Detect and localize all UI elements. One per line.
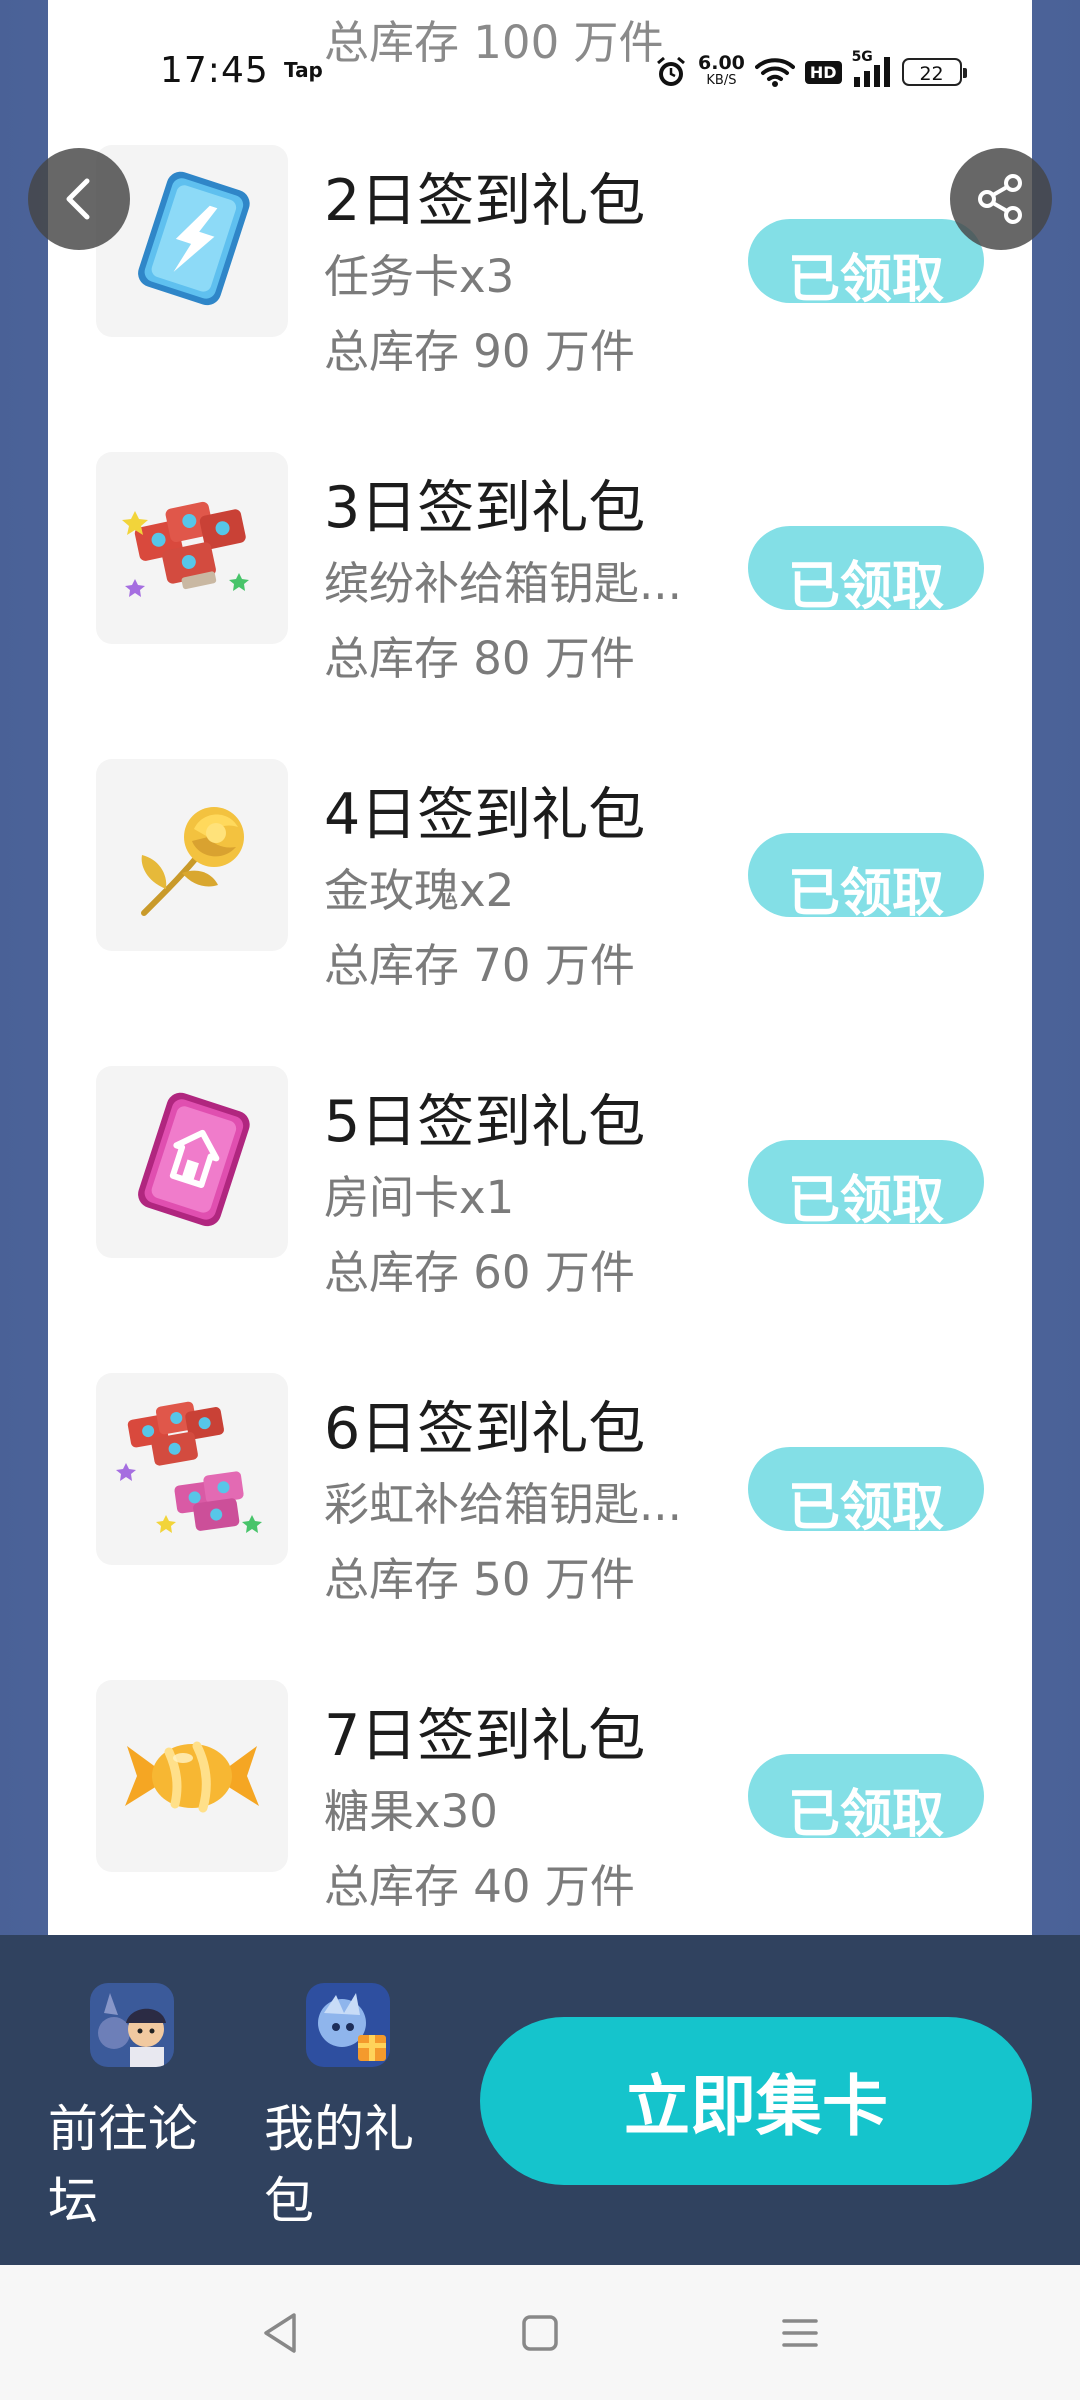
signal-icon: 5G <box>852 49 892 89</box>
alarm-icon <box>654 55 688 89</box>
item-title: 4日签到礼包 <box>324 782 646 848</box>
claimed-button[interactable]: 已领取 <box>748 1447 984 1538</box>
item-stock: 总库存 40 万件 <box>324 1860 635 1913</box>
forum-label: 前往论坛 <box>48 2100 198 2230</box>
nav-back-icon[interactable] <box>256 2311 304 2355</box>
bottom-action-bar: 前往论坛 我的礼包 立即集卡 <box>0 1935 1080 2265</box>
chevron-left-icon <box>66 178 90 220</box>
item-stock: 总库存 60 万件 <box>324 1246 635 1299</box>
list-item: 5日签到礼包 房间卡x1 总库存 60 万件 已领取 <box>48 1066 1032 1299</box>
item-title: 2日签到礼包 <box>324 168 646 234</box>
share-button[interactable] <box>950 148 1052 250</box>
list-item: 2日签到礼包 任务卡x3 总库存 90 万件 已领取 <box>48 145 1032 378</box>
list-item: 6日签到礼包 彩虹补给箱钥匙... 总库存 50 万件 已领取 <box>48 1373 1032 1606</box>
candy-icon <box>96 1680 288 1872</box>
network-speed-value: 6.00 <box>698 52 745 74</box>
list-item: 4日签到礼包 金玫瑰x2 总库存 70 万件 已领取 <box>48 759 1032 992</box>
claimed-button[interactable]: 已领取 <box>748 1754 984 1845</box>
status-icons: 6.00 KB/S HD 5G 22 <box>654 49 967 94</box>
gold-rose-icon <box>96 759 288 951</box>
list-item: 7日签到礼包 糖果x30 总库存 40 万件 已领取 <box>48 1680 1032 1913</box>
back-button[interactable] <box>28 148 130 250</box>
rainbow-key-icon <box>96 1373 288 1565</box>
item-stock: 总库存 90 万件 <box>324 325 635 378</box>
item-description: 缤纷补给箱钥匙... <box>324 557 682 610</box>
item-description: 房间卡x1 <box>324 1171 515 1224</box>
tap-app-indicator: Tap <box>284 58 323 82</box>
supply-key-icon <box>96 452 288 644</box>
item-description: 任务卡x3 <box>324 250 515 303</box>
forum-icon <box>90 1983 174 2067</box>
claimed-button[interactable]: 已领取 <box>748 1140 984 1231</box>
item-title: 7日签到礼包 <box>324 1703 646 1769</box>
network-speed: 6.00 KB/S <box>698 52 745 89</box>
nav-home-icon[interactable] <box>516 2311 564 2355</box>
network-type-label: 5G <box>851 49 873 65</box>
item-stock: 总库存 50 万件 <box>324 1553 635 1606</box>
claimed-button[interactable]: 已领取 <box>748 219 984 310</box>
my-gifts-label: 我的礼包 <box>264 2100 414 2230</box>
battery-indicator: 22 <box>901 58 967 86</box>
status-time: 17:45 <box>160 50 269 91</box>
collect-cards-button[interactable]: 立即集卡 <box>480 2017 1032 2185</box>
network-speed-unit: KB/S <box>706 73 737 88</box>
gift-bag-icon <box>306 1983 390 2067</box>
item-description: 彩虹补给箱钥匙... <box>324 1478 682 1531</box>
item-title: 5日签到礼包 <box>324 1089 646 1155</box>
item-description: 金玫瑰x2 <box>324 864 515 917</box>
task-card-icon <box>96 145 288 337</box>
hd-badge: HD <box>804 60 842 84</box>
room-card-icon <box>96 1066 288 1258</box>
gift-list-card: 总库存 100 万件 2日签到礼包 任务卡x3 总库存 90 万件 已领取 3日… <box>48 0 1032 1935</box>
system-navigation-bar <box>0 2265 1080 2400</box>
claimed-button[interactable]: 已领取 <box>748 526 984 617</box>
share-icon <box>978 174 1022 224</box>
item-stock: 总库存 70 万件 <box>324 939 635 992</box>
list-item: 3日签到礼包 缤纷补给箱钥匙... 总库存 80 万件 已领取 <box>48 452 1032 685</box>
item-title: 6日签到礼包 <box>324 1396 646 1462</box>
wifi-icon <box>754 56 795 88</box>
item-description: 糖果x30 <box>324 1785 498 1838</box>
status-bar: 17:45 Tap 6.00 KB/S HD 5G 22 <box>0 0 1080 130</box>
item-stock: 总库存 80 万件 <box>324 632 635 685</box>
item-title: 3日签到礼包 <box>324 475 646 541</box>
claimed-button[interactable]: 已领取 <box>748 833 984 924</box>
nav-menu-icon[interactable] <box>776 2311 824 2355</box>
